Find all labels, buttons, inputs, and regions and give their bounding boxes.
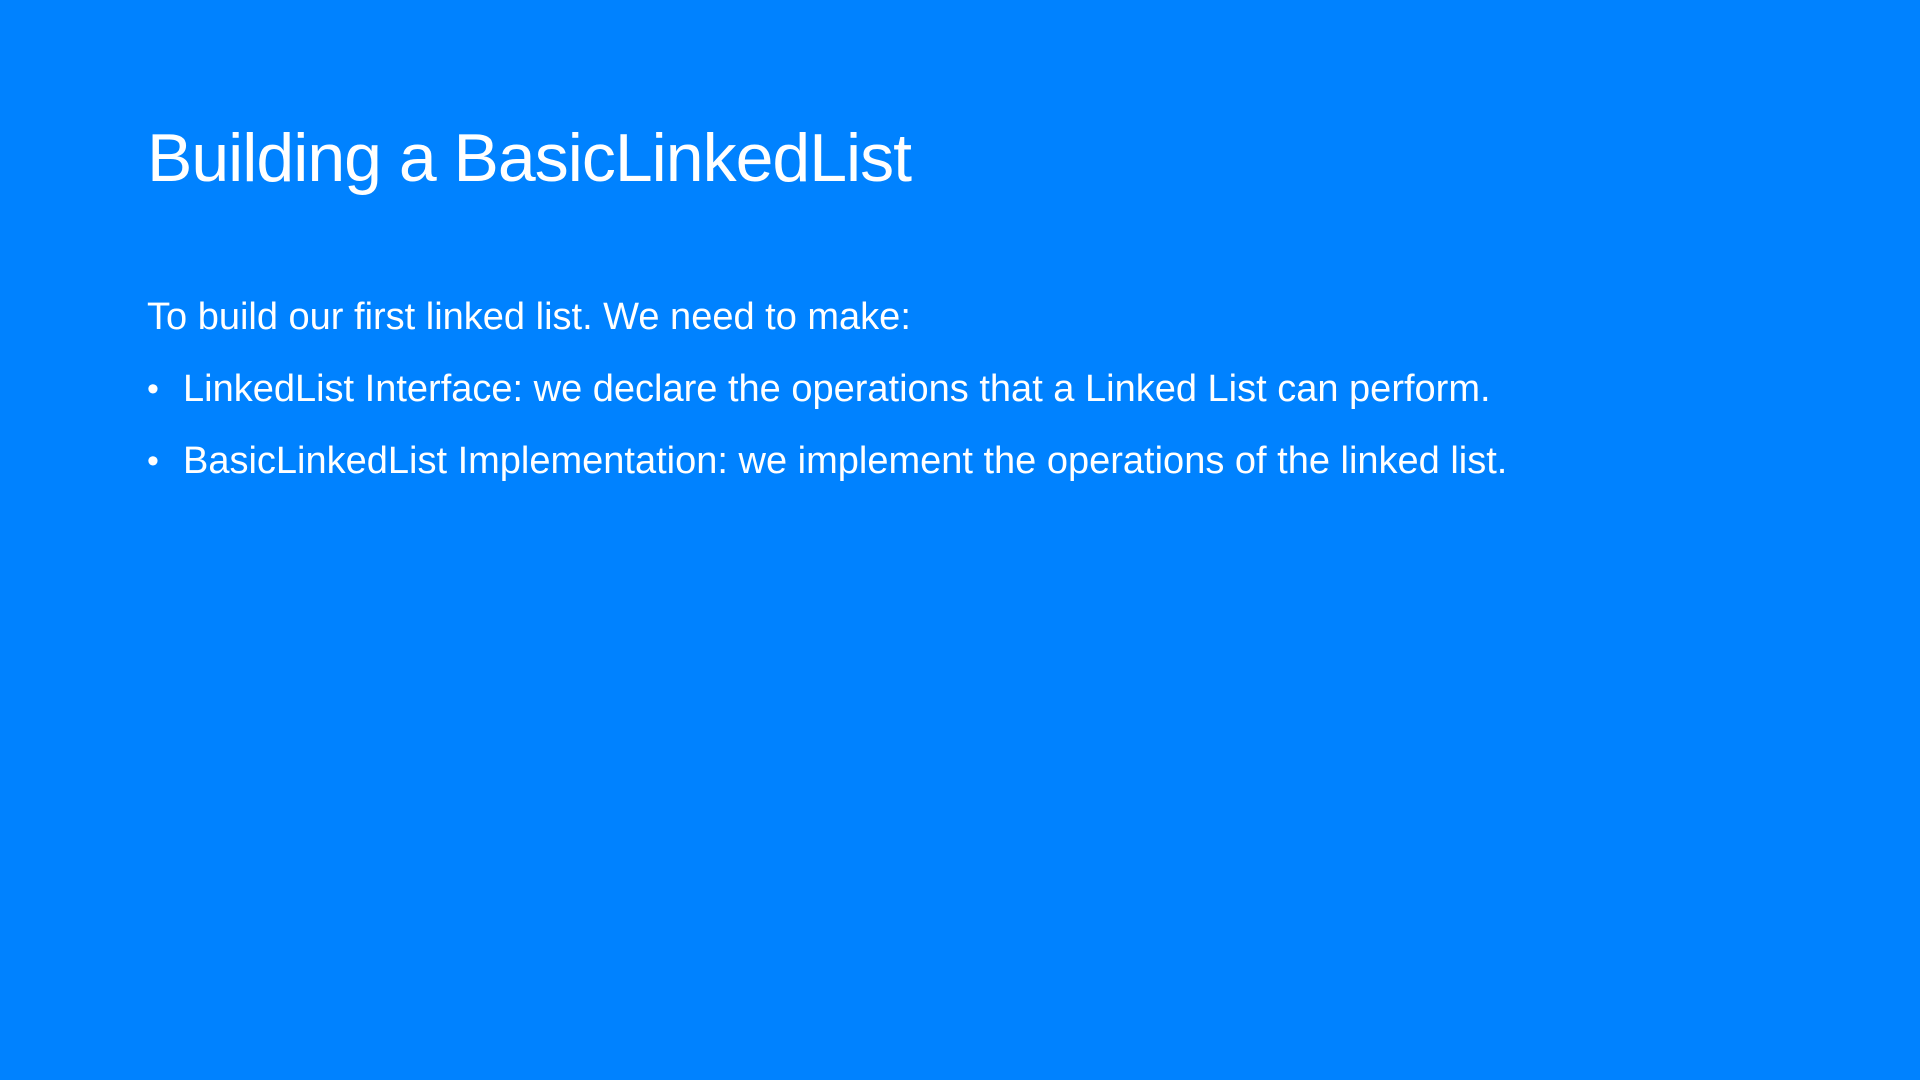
bullet-item-implementation: • BasicLinkedList Implementation: we imp… (147, 436, 1847, 486)
bullet-icon: • (147, 442, 159, 480)
bullet-text: BasicLinkedList Implementation: we imple… (183, 440, 1508, 482)
bullet-item-interface: • LinkedList Interface: we declare the o… (147, 364, 1847, 414)
bullet-icon: • (147, 370, 159, 408)
bullet-text: LinkedList Interface: we declare the ope… (183, 368, 1491, 410)
slide-body: To build our first linked list. We need … (147, 292, 1847, 508)
slide: Building a BasicLinkedList To build our … (0, 0, 1920, 1080)
slide-title: Building a BasicLinkedList (147, 120, 912, 196)
intro-text: To build our first linked list. We need … (147, 296, 911, 338)
bullet-list: • LinkedList Interface: we declare the o… (147, 364, 1847, 486)
